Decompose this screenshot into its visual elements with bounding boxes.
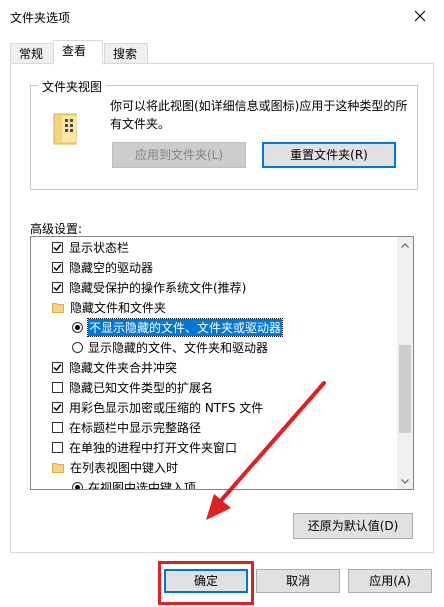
item-label: 隐藏文件和文件夹 [70,301,167,315]
close-button[interactable] [400,2,440,30]
item-label: 不显示隐藏的文件、文件夹或驱动器 [86,318,284,337]
item-label: 在标题栏中显示完整路径 [69,421,202,435]
advanced-settings-list[interactable]: 显示状态栏 隐藏空的驱动器 隐藏受保护的操作系统文件(推荐) 隐藏文件和文件夹 … [30,236,414,490]
tab-search[interactable]: 搜索 [104,43,148,63]
folder-views-description: 你可以将此视图(如详细信息或图标)应用于这种类型的所有文件夹。 [110,99,408,131]
advanced-settings-label: 高级设置: [30,222,83,236]
checkbox[interactable] [52,382,63,393]
list-item[interactable]: 用彩色显示加密或压缩的 NTFS 文件 [52,398,413,417]
checkbox[interactable] [52,262,63,273]
scroll-up-button[interactable] [397,237,413,253]
checkmark-icon [53,284,62,292]
checkbox[interactable] [52,422,63,433]
item-label: 隐藏已知文件类型的扩展名 [69,381,214,395]
item-label: 在单独的进程中打开文件夹窗口 [69,441,238,455]
checkmark-icon [53,404,62,412]
highlight-box [158,561,254,605]
list-item: 在列表视图中键入时 [52,458,413,477]
list-item[interactable]: 隐藏空的驱动器 [52,258,413,277]
item-label: 显示状态栏 [69,241,130,255]
item-label: 隐藏空的驱动器 [69,261,154,275]
checkbox[interactable] [52,282,63,293]
tab-general[interactable]: 常规 [10,43,54,63]
close-icon [414,10,426,22]
folder-view-icon [53,113,77,145]
list-item[interactable]: 不显示隐藏的文件、文件夹或驱动器 [72,318,413,337]
apply-button[interactable]: 应用(A) [348,569,432,593]
item-label: 隐藏文件夹合并冲突 [69,361,178,375]
item-label: 用彩色显示加密或压缩的 NTFS 文件 [69,401,264,415]
window-title: 文件夹选项 [10,11,71,25]
restore-defaults-button[interactable]: 还原为默认值(D) [293,513,413,539]
checkmark-icon [53,244,62,252]
reset-folders-button[interactable]: 重置文件夹(R) [262,142,396,168]
checkbox[interactable] [52,362,63,373]
scrollbar[interactable] [397,237,413,489]
list-item[interactable]: 在视图中选中键入项 [72,478,413,490]
list-item[interactable]: 显示隐藏的文件、文件夹和驱动器 [72,338,413,357]
scroll-down-button[interactable] [397,473,413,489]
list-item[interactable]: 隐藏文件夹合并冲突 [52,358,413,377]
folder-icon [52,463,64,473]
title-bar: 文件夹选项 [0,0,444,34]
item-label: 在视图中选中键入项 [88,481,197,490]
chevron-up-icon [401,242,409,248]
list-item[interactable]: 隐藏已知文件类型的扩展名 [52,378,413,397]
checkbox[interactable] [52,402,63,413]
apply-to-folders-button[interactable]: 应用到文件夹(L) [112,142,246,168]
list-item[interactable]: 在单独的进程中打开文件夹窗口 [52,438,413,457]
scroll-thumb[interactable] [399,345,411,433]
folder-views-label: 文件夹视图 [38,78,107,95]
list-item: 隐藏文件和文件夹 [52,298,413,317]
checkmark-icon [53,264,62,272]
checkbox[interactable] [52,442,63,453]
list-item[interactable]: 显示状态栏 [52,238,413,257]
checkbox[interactable] [52,242,63,253]
folder-icon [52,303,64,313]
item-label: 隐藏受保护的操作系统文件(推荐) [69,281,247,295]
item-label: 显示隐藏的文件、文件夹和驱动器 [88,341,269,355]
tab-view[interactable]: 查看 [53,40,103,65]
list-item[interactable]: 在标题栏中显示完整路径 [52,418,413,437]
radio-button[interactable] [72,322,83,333]
item-label: 在列表视图中键入时 [70,461,179,475]
chevron-down-icon [401,478,409,484]
checkmark-icon [53,364,62,372]
list-item[interactable]: 隐藏受保护的操作系统文件(推荐) [52,278,413,297]
radio-button[interactable] [72,482,83,489]
radio-button[interactable] [72,342,83,353]
cancel-button[interactable]: 取消 [256,569,340,593]
